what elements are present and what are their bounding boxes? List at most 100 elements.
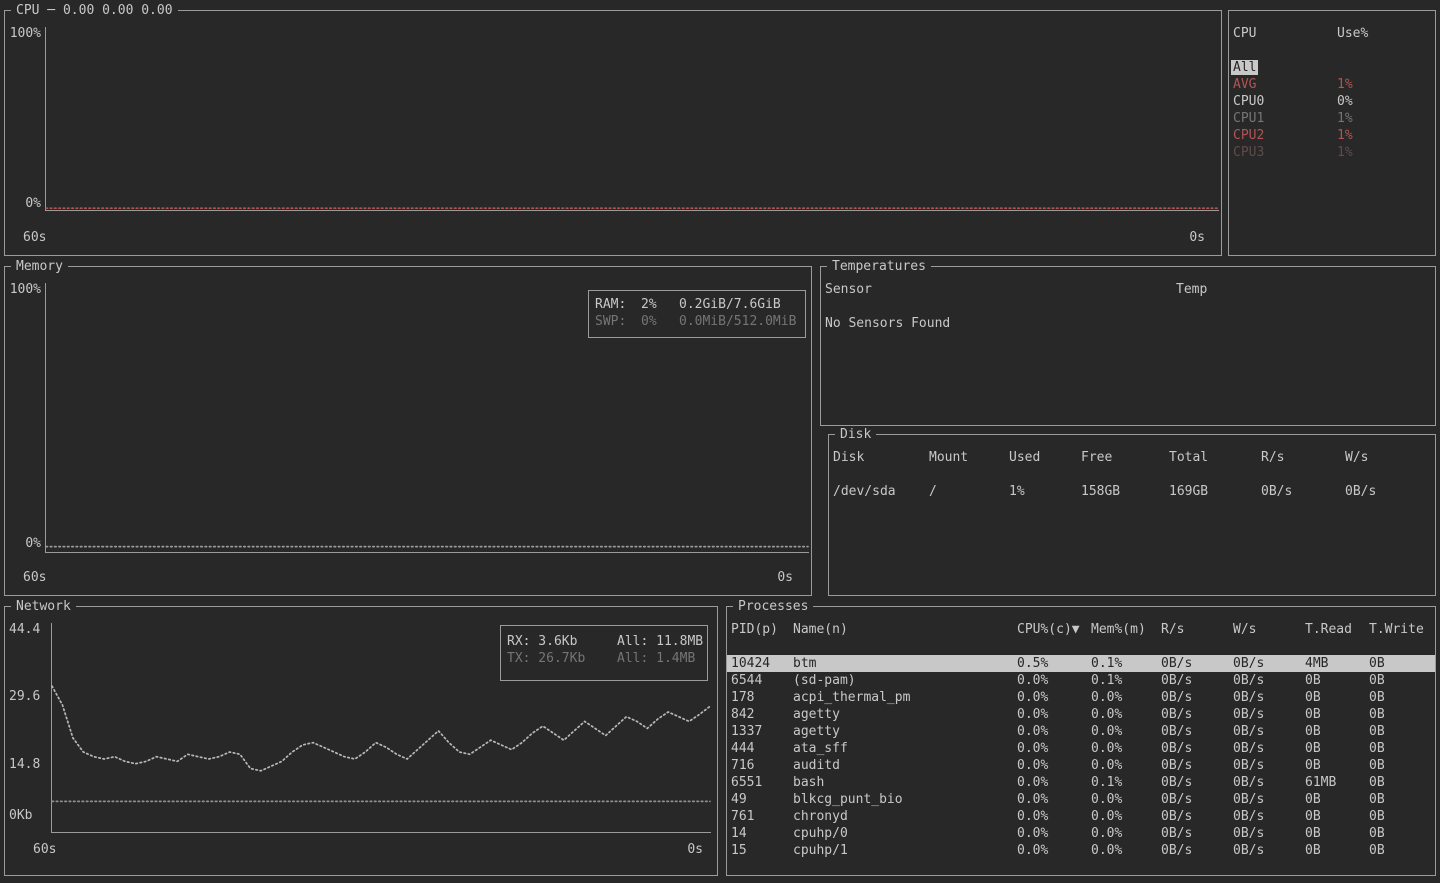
process-pid: 178 xyxy=(731,689,793,706)
process-cpu: 0.0% xyxy=(1017,808,1091,825)
disk-read-rate: 0B/s xyxy=(1261,483,1345,500)
process-row[interactable]: 10424 btm 0.5% 0.1% 0B/s 0B/s 4MB 0B xyxy=(727,655,1435,672)
process-row[interactable]: 6551 bash 0.0% 0.1% 0B/s 0B/s 61MB 0B xyxy=(727,774,1435,791)
process-cpu: 0.0% xyxy=(1017,723,1091,740)
cpu-legend-row[interactable]: All xyxy=(1229,59,1435,76)
process-row[interactable]: 15 cpuhp/1 0.0% 0.0% 0B/s 0B/s 0B 0B xyxy=(727,842,1435,859)
process-mem: 0.1% xyxy=(1091,655,1161,672)
memory-type-label: RAM: xyxy=(595,296,641,313)
btm-system-monitor: { "app": { "bg": "#282828", "fg": "#c8c8… xyxy=(0,0,1440,883)
process-total-write: 0B xyxy=(1369,689,1435,706)
process-row[interactable]: 444 ata_sff 0.0% 0.0% 0B/s 0B/s 0B 0B xyxy=(727,740,1435,757)
process-mem: 0.0% xyxy=(1091,791,1161,808)
process-row[interactable]: 49 blkcg_punt_bio 0.0% 0.0% 0B/s 0B/s 0B… xyxy=(727,791,1435,808)
process-read-rate: 0B/s xyxy=(1161,757,1233,774)
proc-col-name[interactable]: Name(n) xyxy=(793,621,1017,638)
process-cpu: 0.0% xyxy=(1017,672,1091,689)
disk-col-used: Used xyxy=(1009,449,1081,466)
temperatures-panel[interactable]: Temperatures Sensor Temp No Sensors Foun… xyxy=(820,266,1436,426)
process-pid: 14 xyxy=(731,825,793,842)
cpu-core-name: CPU2 xyxy=(1233,127,1337,144)
network-total: All: 11.8MB xyxy=(617,633,707,650)
sensor-column-header: Sensor xyxy=(825,281,872,298)
cpu-core-name: CPU3 xyxy=(1233,144,1337,161)
network-y-label-3: 14.8 xyxy=(9,756,40,773)
process-mem: 0.0% xyxy=(1091,689,1161,706)
process-read-rate: 0B/s xyxy=(1161,825,1233,842)
proc-col-ws[interactable]: W/s xyxy=(1233,621,1305,638)
process-read-rate: 0B/s xyxy=(1161,774,1233,791)
network-panel[interactable]: Network 44.4 29.6 14.8 0Kb RX: 3.6Kb All… xyxy=(4,606,718,876)
memory-y-max-label: 100% xyxy=(7,281,41,298)
disk-col-free: Free xyxy=(1081,449,1169,466)
process-pid: 6544 xyxy=(731,672,793,689)
process-total-write: 0B xyxy=(1369,825,1435,842)
proc-col-twrite[interactable]: T.Write xyxy=(1369,621,1435,638)
process-write-rate: 0B/s xyxy=(1233,842,1305,859)
process-row[interactable]: 6544 (sd-pam) 0.0% 0.1% 0B/s 0B/s 0B 0B xyxy=(727,672,1435,689)
cpu-core-usage: 0% xyxy=(1337,93,1435,110)
process-total-write: 0B xyxy=(1369,672,1435,689)
disk-list: /dev/sda / 1% 158GB 169GB 0B/s 0B/s xyxy=(829,483,1435,500)
cpu-legend-row[interactable]: CPU1 1% xyxy=(1229,110,1435,127)
proc-col-mem[interactable]: Mem%(m) xyxy=(1091,621,1161,638)
process-cpu: 0.0% xyxy=(1017,774,1091,791)
process-cpu: 0.0% xyxy=(1017,825,1091,842)
process-total-read: 0B xyxy=(1305,808,1369,825)
cpu-core-usage: 1% xyxy=(1337,76,1435,93)
process-write-rate: 0B/s xyxy=(1233,774,1305,791)
disk-row[interactable]: /dev/sda / 1% 158GB 169GB 0B/s 0B/s xyxy=(829,483,1435,500)
cpu-column-header: CPU xyxy=(1233,25,1256,42)
proc-col-pid[interactable]: PID(p) xyxy=(731,621,793,638)
cpu-legend-row[interactable]: CPU2 1% xyxy=(1229,127,1435,144)
proc-col-rs[interactable]: R/s xyxy=(1161,621,1233,638)
cpu-panel[interactable]: CPU ─ 0.00 0.00 0.00 100% 0% 60s 0s xyxy=(4,10,1222,256)
processes-panel-title: Processes xyxy=(733,598,813,615)
process-name: cpuhp/0 xyxy=(793,825,1017,842)
process-cpu: 0.0% xyxy=(1017,740,1091,757)
processes-panel[interactable]: Processes PID(p) Name(n) CPU%(c)▼ Mem%(m… xyxy=(726,606,1436,876)
process-row[interactable]: 761 chronyd 0.0% 0.0% 0B/s 0B/s 0B 0B xyxy=(727,808,1435,825)
process-write-rate: 0B/s xyxy=(1233,689,1305,706)
process-header-row: PID(p) Name(n) CPU%(c)▼ Mem%(m) R/s W/s … xyxy=(727,621,1435,638)
process-read-rate: 0B/s xyxy=(1161,672,1233,689)
process-write-rate: 0B/s xyxy=(1233,740,1305,757)
cpu-legend-row[interactable]: CPU3 1% xyxy=(1229,144,1435,161)
disk-panel[interactable]: Disk Disk Mount Used Free Total R/s W/s … xyxy=(828,434,1436,596)
memory-panel[interactable]: Memory 100% 0% RAM: 2% 0.2GiB/7.6GiB SWP… xyxy=(4,266,812,596)
process-row[interactable]: 716 auditd 0.0% 0.0% 0B/s 0B/s 0B 0B xyxy=(727,757,1435,774)
cpu-core-usage xyxy=(1337,59,1435,76)
process-row[interactable]: 1337 agetty 0.0% 0.0% 0B/s 0B/s 0B 0B xyxy=(727,723,1435,740)
process-total-read: 0B xyxy=(1305,672,1369,689)
process-list: 10424 btm 0.5% 0.1% 0B/s 0B/s 4MB 0B 654… xyxy=(727,655,1435,859)
process-row[interactable]: 14 cpuhp/0 0.0% 0.0% 0B/s 0B/s 0B 0B xyxy=(727,825,1435,842)
memory-amount: 0.2GiB/7.6GiB xyxy=(679,296,805,313)
proc-col-cpu-sort[interactable]: CPU%(c)▼ xyxy=(1017,621,1091,638)
cpu-legend-row[interactable]: CPU0 0% xyxy=(1229,93,1435,110)
cpu-panel-title: CPU ─ 0.00 0.00 0.00 xyxy=(11,2,178,19)
cpu-legend-panel[interactable]: CPU Use% All AVG 1% CPU0 0% CPU1 1% CPU2… xyxy=(1228,10,1436,256)
process-total-write: 0B xyxy=(1369,740,1435,757)
use-column-header: Use% xyxy=(1337,25,1368,42)
process-mem: 0.1% xyxy=(1091,672,1161,689)
process-pid: 1337 xyxy=(731,723,793,740)
network-panel-title: Network xyxy=(11,598,76,615)
process-total-read: 0B xyxy=(1305,740,1369,757)
disk-mount: / xyxy=(929,483,1009,500)
proc-col-tread[interactable]: T.Read xyxy=(1305,621,1369,638)
process-pid: 761 xyxy=(731,808,793,825)
process-mem: 0.1% xyxy=(1091,774,1161,791)
network-x-left-label: 60s xyxy=(33,841,56,858)
process-cpu: 0.0% xyxy=(1017,706,1091,723)
disk-col-total: Total xyxy=(1169,449,1261,466)
process-cpu: 0.0% xyxy=(1017,689,1091,706)
network-y-label-2: 29.6 xyxy=(9,688,40,705)
disk-free: 158GB xyxy=(1081,483,1169,500)
process-name: blkcg_punt_bio xyxy=(793,791,1017,808)
cpu-legend-row[interactable]: AVG 1% xyxy=(1229,76,1435,93)
network-y-label-1: 44.4 xyxy=(9,621,40,638)
process-row[interactable]: 178 acpi_thermal_pm 0.0% 0.0% 0B/s 0B/s … xyxy=(727,689,1435,706)
process-pid: 716 xyxy=(731,757,793,774)
process-row[interactable]: 842 agetty 0.0% 0.0% 0B/s 0B/s 0B 0B xyxy=(727,706,1435,723)
disk-total: 169GB xyxy=(1169,483,1261,500)
